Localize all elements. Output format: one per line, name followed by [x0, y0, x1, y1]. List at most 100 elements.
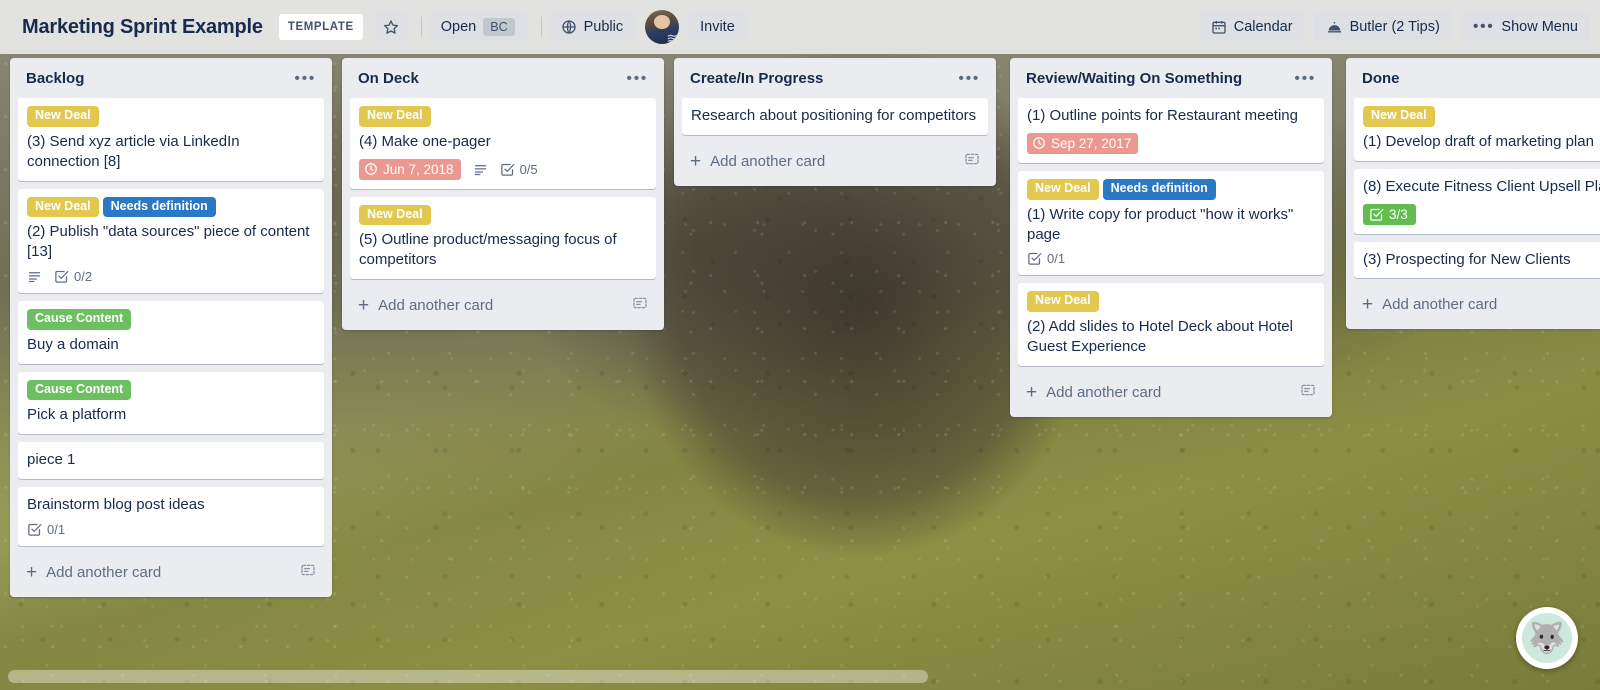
card-label[interactable]: Cause Content — [27, 309, 132, 330]
list-title[interactable]: Backlog — [26, 70, 84, 88]
invite-label: Invite — [700, 19, 735, 35]
list-menu-ellipsis-icon[interactable]: ••• — [626, 71, 648, 87]
invite-button[interactable]: Invite — [688, 11, 747, 43]
card-title: (3) Prospecting for New Clients — [1363, 250, 1571, 268]
card-template-button[interactable] — [1300, 382, 1316, 403]
butler-cloche-icon — [1327, 21, 1341, 33]
card-label[interactable]: New Deal — [1027, 291, 1099, 313]
badge-text: 0/1 — [1047, 251, 1066, 267]
clock-icon — [1033, 137, 1045, 150]
list-menu-ellipsis-icon[interactable]: ••• — [1294, 71, 1316, 87]
card-label[interactable]: Needs definition — [1102, 178, 1216, 200]
list-header: Create/In Progress ••• — [682, 66, 988, 98]
card[interactable]: Research about positioning for competito… — [682, 98, 988, 135]
list-title[interactable]: Done — [1362, 70, 1400, 88]
mascot-button[interactable]: 🐺 — [1516, 607, 1578, 669]
checklist-icon — [1028, 253, 1042, 266]
list-menu-ellipsis-icon[interactable]: ••• — [958, 71, 980, 87]
list-header: On Deck ••• — [350, 66, 656, 98]
clock-icon — [365, 163, 377, 175]
badge-text: Jun 7, 2018 — [383, 161, 454, 177]
badge-due: Sep 27, 2017 — [1027, 132, 1139, 154]
list-menu-ellipsis-icon[interactable]: ••• — [294, 71, 316, 87]
add-card-label: Add another card — [46, 564, 162, 581]
card[interactable]: New Deal Needs definition (1) Write copy f… — [1018, 170, 1324, 276]
card[interactable]: New Deal (2) Add slides to Hotel Deck abo… — [1018, 283, 1324, 366]
badge-checklist: 0/1 — [27, 522, 65, 537]
add-another-card-button[interactable]: + Add another card — [1354, 286, 1600, 323]
card-labels: New Deal Needs definition — [1027, 178, 1315, 200]
visibility-label: Open — [440, 19, 477, 35]
card-label[interactable]: Needs definition — [102, 196, 216, 218]
card-template-button[interactable] — [632, 295, 648, 316]
calendar-button[interactable]: Calendar — [1198, 11, 1305, 43]
list-header: Done••• — [1354, 66, 1600, 98]
badge-text: Sep 27, 2017 — [1051, 135, 1132, 151]
card-title: (8) Execute Fitness Client Upsell Play — [1363, 177, 1600, 195]
privacy-button[interactable]: Public — [548, 11, 636, 43]
card[interactable]: (3) Prospecting for New Clients — [1354, 241, 1600, 279]
list-title[interactable]: On Deck — [358, 70, 419, 88]
list-title[interactable]: Create/In Progress — [690, 70, 823, 88]
card[interactable]: Cause Content Buy a domain — [18, 301, 324, 364]
list-header: Review/Waiting On Something ••• — [1018, 66, 1324, 98]
card-label[interactable]: Cause Content — [27, 379, 132, 401]
badge-checklist: 0/2 — [54, 269, 92, 284]
card[interactable]: New Deal (3) Send xyz article via LinkedI… — [18, 98, 324, 181]
card-template-button[interactable] — [300, 562, 316, 583]
card-label[interactable]: New Deal — [27, 106, 99, 127]
horizontal-scrollbar[interactable] — [8, 670, 928, 683]
add-another-card-button[interactable]: + Add another card — [682, 143, 988, 180]
list-on-deck: On Deck ••• New Deal (4) Make one-pager Jun … — [342, 58, 664, 331]
card-label[interactable]: New Deal — [27, 196, 99, 218]
card[interactable]: New Deal (4) Make one-pager Jun 7, 2018 0/5 — [350, 98, 656, 189]
badge-text: 0/2 — [74, 269, 93, 284]
board-visibility-button[interactable]: Open BC — [428, 11, 527, 43]
card-template-icon — [965, 153, 979, 165]
card-title: (1) Write copy for product "how it works… — [1027, 205, 1294, 243]
add-card-label: Add another card — [1046, 383, 1162, 401]
add-card-left: + Add another card — [26, 563, 162, 582]
card-template-icon — [1301, 384, 1315, 396]
page-title: Marketing Sprint Example — [22, 15, 263, 38]
add-card-label: Add another card — [710, 152, 826, 170]
add-another-card-button[interactable]: + Add another card — [1018, 374, 1324, 411]
card-title: (1) Outline points for Restaurant meetin… — [1027, 107, 1298, 124]
card[interactable]: New Deal (1) Develop draft of marketing p… — [1354, 98, 1600, 161]
list-title[interactable]: Review/Waiting On Something — [1026, 70, 1242, 88]
list-header: Backlog ••• — [18, 66, 324, 98]
add-card-left: + Add another card — [358, 296, 493, 315]
card[interactable]: (1) Outline points for Restaurant meetin… — [1018, 98, 1324, 163]
list-backlog: Backlog ••• New Deal (3) Send xyz article v… — [10, 58, 332, 597]
card-label[interactable]: New Deal — [359, 204, 431, 226]
card[interactable]: piece 1 — [18, 442, 324, 480]
badge-description — [473, 162, 488, 177]
card-labels: Cause Content — [27, 309, 315, 330]
show-menu-label: Show Menu — [1501, 19, 1578, 35]
checklist-icon — [1370, 208, 1384, 221]
card-label[interactable]: New Deal — [359, 106, 431, 127]
card-labels: New Deal — [359, 106, 647, 127]
butler-button[interactable]: Butler (2 Tips) — [1313, 11, 1452, 43]
show-menu-button[interactable]: ••• Show Menu — [1460, 11, 1590, 43]
card-label[interactable]: New Deal — [1363, 106, 1435, 127]
board-header: Marketing Sprint Example TEMPLATE Open B… — [0, 0, 1600, 54]
card-title: Pick a platform — [27, 406, 127, 424]
card[interactable]: (8) Execute Fitness Client Upsell Play 3/… — [1354, 168, 1600, 234]
card[interactable]: Cause Content Pick a platform — [18, 371, 324, 435]
plus-icon: + — [1026, 381, 1038, 403]
add-another-card-button[interactable]: + Add another card — [18, 554, 324, 591]
card-label[interactable]: New Deal — [1027, 178, 1099, 200]
card[interactable]: New Deal (5) Outline product/messaging fo… — [350, 196, 656, 280]
card-title: (3) Send xyz article via LinkedIn connec… — [27, 132, 240, 170]
card[interactable]: New Deal Needs definition (2) Publish "dat… — [18, 188, 324, 293]
card[interactable]: Brainstorm blog post ideas 0/1 — [18, 487, 324, 546]
card-title: Research about positioning for competito… — [691, 107, 977, 124]
card-labels: New Deal — [1027, 291, 1315, 313]
avatar[interactable] — [645, 10, 680, 44]
add-another-card-button[interactable]: + Add another card — [350, 287, 656, 324]
card-template-button[interactable] — [964, 151, 980, 172]
description-icon — [28, 272, 41, 283]
badge-text: 3/3 — [1389, 206, 1408, 222]
star-button[interactable] — [374, 11, 407, 43]
